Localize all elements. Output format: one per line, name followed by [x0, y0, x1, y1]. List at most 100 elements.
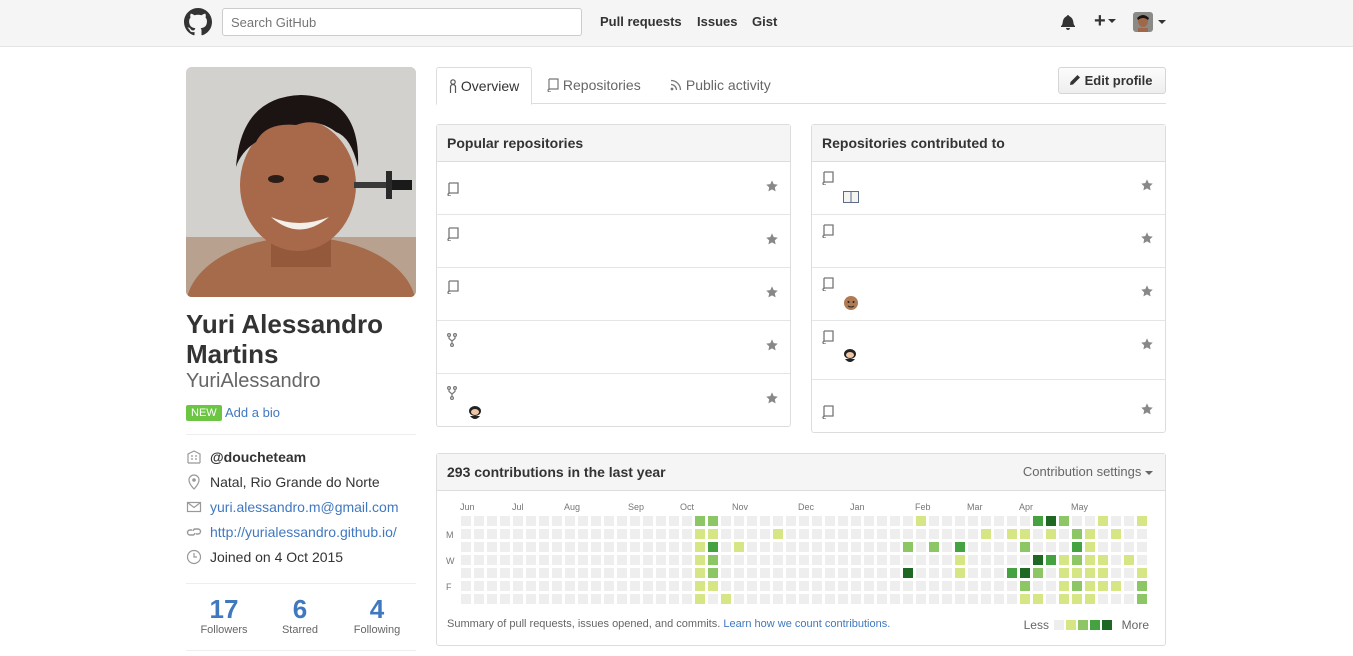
contribution-day-cell[interactable] — [617, 529, 627, 539]
contribution-day-cell[interactable] — [786, 542, 796, 552]
contribution-day-cell[interactable] — [955, 516, 965, 526]
contribution-day-cell[interactable] — [747, 568, 757, 578]
contribution-day-cell[interactable] — [851, 594, 861, 604]
contribution-day-cell[interactable] — [604, 516, 614, 526]
contribution-day-cell[interactable] — [1124, 529, 1134, 539]
contribution-day-cell[interactable] — [760, 516, 770, 526]
contribution-day-cell[interactable] — [825, 568, 835, 578]
contribution-day-cell[interactable] — [929, 568, 939, 578]
contribution-day-cell[interactable] — [734, 555, 744, 565]
contribution-day-cell[interactable] — [630, 581, 640, 591]
contribution-day-cell[interactable] — [773, 581, 783, 591]
contribution-day-cell[interactable] — [825, 542, 835, 552]
contribution-day-cell[interactable] — [604, 568, 614, 578]
contribution-day-cell[interactable] — [1137, 516, 1147, 526]
contribution-day-cell[interactable] — [643, 581, 653, 591]
contribution-day-cell[interactable] — [578, 542, 588, 552]
contribution-day-cell[interactable] — [1059, 516, 1069, 526]
contribution-day-cell[interactable] — [760, 555, 770, 565]
contribution-day-cell[interactable] — [461, 594, 471, 604]
contribution-day-cell[interactable] — [916, 555, 926, 565]
contribution-day-cell[interactable] — [474, 594, 484, 604]
tab-public-activity[interactable]: Public activity — [658, 67, 783, 104]
contribution-day-cell[interactable] — [656, 516, 666, 526]
contribution-day-cell[interactable] — [708, 516, 718, 526]
contribution-day-cell[interactable] — [526, 542, 536, 552]
contribution-day-cell[interactable] — [721, 581, 731, 591]
contribution-day-cell[interactable] — [513, 529, 523, 539]
contribution-day-cell[interactable] — [552, 594, 562, 604]
contribution-day-cell[interactable] — [578, 594, 588, 604]
contribution-day-cell[interactable] — [1085, 516, 1095, 526]
contribution-day-cell[interactable] — [929, 555, 939, 565]
plus-icon[interactable]: + — [1094, 10, 1116, 33]
contribution-day-cell[interactable] — [916, 516, 926, 526]
contribution-day-cell[interactable] — [838, 581, 848, 591]
contribution-day-cell[interactable] — [617, 516, 627, 526]
contribution-day-cell[interactable] — [552, 516, 562, 526]
contribution-day-cell[interactable] — [565, 555, 575, 565]
contribution-day-cell[interactable] — [474, 516, 484, 526]
contribution-day-cell[interactable] — [851, 568, 861, 578]
contribution-day-cell[interactable] — [708, 581, 718, 591]
contribution-day-cell[interactable] — [799, 581, 809, 591]
contribution-day-cell[interactable] — [838, 516, 848, 526]
contribution-day-cell[interactable] — [1072, 581, 1082, 591]
contribution-day-cell[interactable] — [968, 529, 978, 539]
contribution-day-cell[interactable] — [487, 555, 497, 565]
contribution-day-cell[interactable] — [812, 581, 822, 591]
contribution-day-cell[interactable] — [1098, 594, 1108, 604]
contribution-day-cell[interactable] — [773, 594, 783, 604]
contribution-day-cell[interactable] — [916, 594, 926, 604]
contribution-day-cell[interactable] — [747, 555, 757, 565]
contribution-day-cell[interactable] — [903, 542, 913, 552]
contribution-day-cell[interactable] — [1007, 542, 1017, 552]
contribution-day-cell[interactable] — [1111, 516, 1121, 526]
contribution-settings-dropdown[interactable]: Contribution settings — [1023, 464, 1153, 479]
contribution-day-cell[interactable] — [1111, 581, 1121, 591]
contribution-day-cell[interactable] — [708, 594, 718, 604]
contribution-day-cell[interactable] — [838, 555, 848, 565]
contribution-day-cell[interactable] — [1098, 555, 1108, 565]
contribution-day-cell[interactable] — [1059, 581, 1069, 591]
contribution-day-cell[interactable] — [643, 594, 653, 604]
contribution-day-cell[interactable] — [1059, 568, 1069, 578]
contribution-day-cell[interactable] — [825, 529, 835, 539]
contribution-day-cell[interactable] — [539, 594, 549, 604]
contribution-day-cell[interactable] — [916, 529, 926, 539]
contribution-day-cell[interactable] — [838, 568, 848, 578]
contribution-day-cell[interactable] — [721, 529, 731, 539]
contribution-day-cell[interactable] — [994, 542, 1004, 552]
contribution-day-cell[interactable] — [630, 516, 640, 526]
add-bio-link[interactable]: Add a bio — [225, 405, 280, 420]
contribution-day-cell[interactable] — [942, 568, 952, 578]
contribution-day-cell[interactable] — [1033, 555, 1043, 565]
contribution-day-cell[interactable] — [1046, 555, 1056, 565]
contribution-day-cell[interactable] — [903, 555, 913, 565]
contribution-day-cell[interactable] — [877, 516, 887, 526]
contribution-day-cell[interactable] — [838, 529, 848, 539]
contribution-day-cell[interactable] — [1059, 529, 1069, 539]
contribution-day-cell[interactable] — [1072, 516, 1082, 526]
contribution-day-cell[interactable] — [695, 529, 705, 539]
contribution-day-cell[interactable] — [682, 542, 692, 552]
contribution-day-cell[interactable] — [851, 516, 861, 526]
stat-starred[interactable]: 6 Starred — [262, 594, 338, 636]
contribution-day-cell[interactable] — [747, 594, 757, 604]
contribution-day-cell[interactable] — [968, 555, 978, 565]
contribution-day-cell[interactable] — [669, 555, 679, 565]
contribution-day-cell[interactable] — [851, 555, 861, 565]
contribution-day-cell[interactable] — [643, 542, 653, 552]
contribution-day-cell[interactable] — [695, 568, 705, 578]
contribution-day-cell[interactable] — [526, 581, 536, 591]
contribution-day-cell[interactable] — [591, 516, 601, 526]
contribution-day-cell[interactable] — [552, 581, 562, 591]
stat-followers[interactable]: 17 Followers — [186, 594, 262, 636]
contribution-day-cell[interactable] — [1072, 555, 1082, 565]
contribution-day-cell[interactable] — [786, 529, 796, 539]
nav-gist[interactable]: Gist — [752, 14, 777, 29]
contribution-day-cell[interactable] — [578, 581, 588, 591]
contribution-day-cell[interactable] — [773, 568, 783, 578]
contribution-day-cell[interactable] — [1111, 594, 1121, 604]
contribution-day-cell[interactable] — [812, 542, 822, 552]
